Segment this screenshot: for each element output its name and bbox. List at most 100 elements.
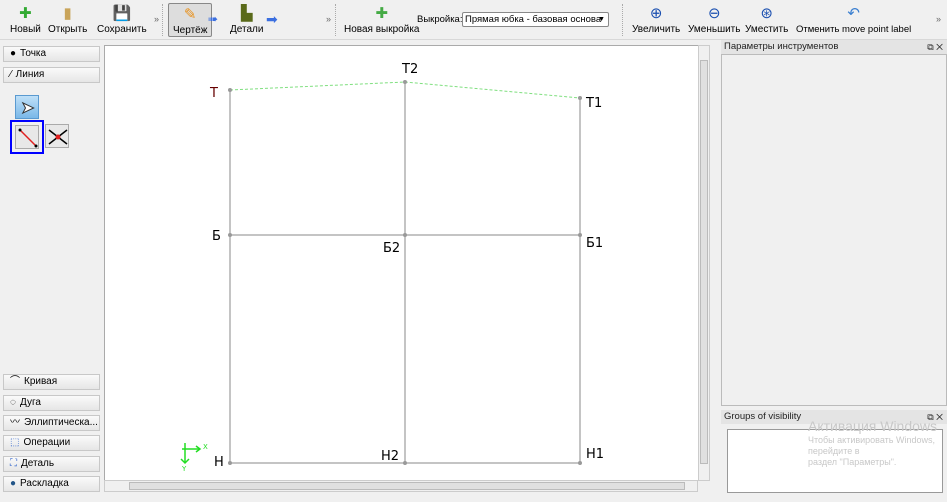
- zoom-out-button[interactable]: ⊖ Уменьшить: [688, 4, 740, 35]
- groups-title: Groups of visibility: [724, 411, 802, 422]
- new-pattern-button[interactable]: ✚ Новая выкройка: [344, 4, 419, 35]
- details-mode-button[interactable]: ▙ Детали: [230, 4, 263, 35]
- label-T[interactable]: Т: [209, 86, 218, 101]
- elliptical-label: Эллиптическа...: [24, 417, 98, 428]
- label-H1[interactable]: Н1: [586, 447, 604, 462]
- point-H[interactable]: [228, 461, 232, 465]
- chevron-down-icon: ▼: [598, 16, 605, 23]
- activation-watermark: Активация Windows Чтобы активировать Win…: [808, 418, 945, 468]
- toolbar-overflow[interactable]: »: [154, 14, 159, 24]
- point-H2[interactable]: [403, 461, 407, 465]
- save-button[interactable]: 💾 Сохранить: [97, 4, 147, 35]
- tool-group-arc[interactable]: ◌ Дуга: [3, 395, 100, 411]
- label-T1[interactable]: Т1: [585, 96, 602, 111]
- tool-group-detail[interactable]: ⛶ Деталь: [3, 456, 100, 472]
- axis-y-label: Y: [181, 465, 187, 473]
- separator: [335, 4, 337, 36]
- line-tool-active[interactable]: [10, 120, 44, 154]
- operations-icon: ⬚: [10, 437, 20, 448]
- scroll-thumb[interactable]: [700, 60, 708, 464]
- cursor-arrow-icon: ➤: [20, 100, 35, 118]
- fit-button[interactable]: ⊛ Уместить: [745, 4, 788, 35]
- dot-icon: ●: [10, 48, 17, 59]
- point-B2[interactable]: [403, 233, 407, 237]
- dock-float-close-icons[interactable]: ⧉ ✕: [927, 40, 943, 54]
- zoom-fit-icon: ⊛: [760, 5, 773, 22]
- label-B2[interactable]: Б2: [383, 241, 400, 256]
- tool-group-point[interactable]: ● Точка: [3, 46, 100, 62]
- open-folder-icon: ▮: [63, 5, 72, 22]
- separator: [162, 4, 164, 36]
- new-button[interactable]: ✚ Новый: [10, 4, 41, 35]
- pattern-select-value: Прямая юбка - базовая основа: [465, 14, 602, 25]
- save-label: Сохранить: [97, 24, 147, 35]
- intersect-icon: [48, 129, 68, 145]
- draw-mode-button[interactable]: ✎ Чертёж: [168, 3, 213, 37]
- operations-label: Операции: [23, 437, 71, 448]
- new-file-icon: ✚: [19, 5, 32, 22]
- toolbar-overflow[interactable]: »: [936, 14, 941, 24]
- activation-watermark-line: Чтобы активировать Windows, перейдите в: [808, 435, 935, 456]
- point-T2[interactable]: [403, 80, 407, 84]
- tool-options-title: Параметры инструментов: [724, 41, 839, 52]
- open-button[interactable]: ▮ Открыть: [48, 4, 87, 35]
- tool-group-curve[interactable]: ⌒ Кривая: [3, 374, 100, 390]
- label-H[interactable]: Н: [214, 455, 224, 470]
- detail-label: Деталь: [21, 458, 55, 469]
- fit-label: Уместить: [745, 24, 789, 35]
- line-intersect-tool[interactable]: [45, 124, 69, 148]
- undo-label: Отменить move point label: [796, 24, 912, 35]
- tool-options-panel: [721, 54, 947, 406]
- activation-watermark-line: раздел "Параметры".: [808, 457, 897, 467]
- line-segment-icon: [15, 125, 39, 149]
- zoom-in-button[interactable]: ⊕ Увеличить: [632, 4, 680, 35]
- label-B1[interactable]: Б1: [586, 236, 603, 251]
- zoom-out-icon: ⊖: [707, 5, 721, 22]
- layout-label: Раскладка: [20, 478, 69, 489]
- elliptical-arc-icon: 〰: [10, 417, 20, 428]
- open-label: Открыть: [48, 24, 88, 35]
- point-H1[interactable]: [578, 461, 582, 465]
- pencil-ruler-icon: ✎: [183, 6, 197, 23]
- activation-watermark-title: Активация Windows: [808, 418, 938, 434]
- line-label: Линия: [15, 69, 45, 80]
- pattern-select[interactable]: Прямая юбка - базовая основа ▼: [462, 12, 609, 27]
- save-icon: 💾: [112, 5, 132, 22]
- new-pattern-icon: ✚: [375, 5, 389, 22]
- layout-icon: ●: [10, 478, 17, 489]
- label-B[interactable]: Б: [212, 229, 221, 244]
- axis-origin-icon: [180, 443, 202, 465]
- point-T[interactable]: [228, 88, 232, 92]
- undo-button[interactable]: ↶ Отменить move point label: [796, 4, 911, 35]
- arrow-right-icon: ➡: [266, 11, 278, 27]
- main-toolbar: ✚ Новый ▮ Открыть 💾 Сохранить » ✎ Чертёж ➠ ▙…: [0, 0, 947, 40]
- point-label: Точка: [20, 48, 47, 59]
- tool-group-operations[interactable]: ⬚ Операции: [3, 435, 100, 451]
- point-B1[interactable]: [578, 233, 582, 237]
- arrow-icon: ➠: [208, 12, 219, 26]
- drawing-canvas[interactable]: Т Т2 Т1 Б Б2 Б1 Н Н2 Н1 X Y: [104, 45, 699, 481]
- curve-icon: ⌒: [10, 376, 20, 387]
- horizontal-scrollbar[interactable]: [104, 480, 698, 492]
- tool-group-elliptical[interactable]: 〰 Эллиптическа...: [3, 415, 100, 431]
- details-label: Детали: [230, 24, 264, 35]
- zoom-in-label: Увеличить: [632, 24, 681, 35]
- undo-icon: ↶: [847, 5, 860, 22]
- select-pointer-tool[interactable]: ➤: [15, 95, 39, 119]
- zoom-in-icon: ⊕: [649, 5, 663, 22]
- pattern-label: Выкройка:: [417, 14, 463, 25]
- label-T2[interactable]: Т2: [401, 62, 418, 77]
- curve-label: Кривая: [24, 376, 58, 387]
- zoom-out-label: Уменьшить: [688, 24, 741, 35]
- point-B[interactable]: [228, 233, 232, 237]
- vertical-scrollbar[interactable]: [698, 45, 710, 481]
- scroll-thumb[interactable]: [129, 482, 685, 490]
- new-label: Новый: [10, 24, 41, 35]
- tool-group-layout[interactable]: ● Раскладка: [3, 476, 100, 492]
- label-H2[interactable]: Н2: [381, 449, 399, 464]
- tool-options-dock-title: Параметры инструментов ⧉ ✕: [721, 40, 947, 54]
- tool-group-line[interactable]: ⁄ Линия: [3, 67, 100, 83]
- point-T1[interactable]: [578, 96, 582, 100]
- arc-label: Дуга: [19, 397, 41, 408]
- toolbar-overflow[interactable]: »: [326, 14, 331, 24]
